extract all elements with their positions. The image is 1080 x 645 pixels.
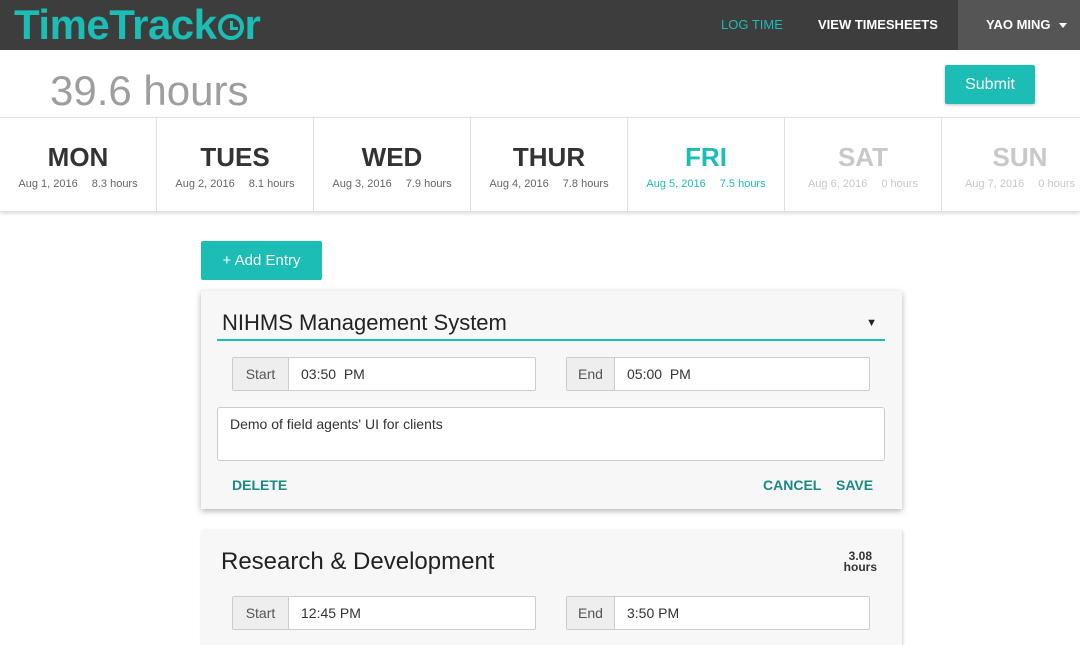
day-hours: 0 hours bbox=[1038, 178, 1076, 190]
day-name: FRI bbox=[685, 142, 727, 172]
end-time-group: End 3:50 PM bbox=[566, 596, 870, 630]
day-tab-thur[interactable]: THUR Aug 4, 2016 7.8 hours bbox=[471, 118, 628, 211]
day-tab-sun[interactable]: SUN Aug 7, 2016 0 hours bbox=[942, 118, 1080, 211]
day-tab-fri[interactable]: FRI Aug 5, 2016 7.5 hours bbox=[628, 118, 785, 211]
user-name: YAO MING bbox=[986, 17, 1051, 32]
day-hours: 7.9 hours bbox=[405, 178, 452, 190]
time-entry-card[interactable]: Research & Development 3.08 hours Start … bbox=[201, 530, 902, 645]
day-hours: 8.3 hours bbox=[91, 178, 138, 190]
day-name: MON bbox=[47, 142, 109, 172]
project-select[interactable]: NIHMS Management System ▼ bbox=[217, 307, 885, 341]
dropdown-arrow-icon: ▼ bbox=[866, 317, 877, 329]
day-date: Aug 1, 2016 bbox=[18, 178, 78, 190]
day-name: WED bbox=[361, 142, 423, 172]
save-button[interactable]: SAVE bbox=[836, 477, 873, 493]
day-date: Aug 7, 2016 bbox=[964, 178, 1025, 190]
start-time-input[interactable]: 12:45 PM bbox=[289, 597, 535, 629]
top-navbar: TimeTrack r LOG TIME VIEW TIMESHEETS YAO … bbox=[0, 0, 1080, 50]
day-name: SAT bbox=[837, 142, 889, 172]
day-name: SUN bbox=[992, 142, 1048, 172]
notes-textarea[interactable]: Demo of field agents' UI for clients bbox=[217, 407, 885, 461]
day-date: Aug 5, 2016 bbox=[646, 178, 706, 190]
day-date: Aug 3, 2016 bbox=[332, 178, 392, 190]
cancel-button[interactable]: CANCEL bbox=[763, 477, 821, 493]
day-tab-wed[interactable]: WED Aug 3, 2016 7.9 hours bbox=[314, 118, 471, 211]
end-time-input[interactable]: 3:50 PM bbox=[615, 597, 869, 629]
time-entry-edit-card: NIHMS Management System ▼ Start 03:50 PM… bbox=[201, 291, 902, 509]
nav-log-time[interactable]: LOG TIME bbox=[721, 0, 783, 50]
day-tab-mon[interactable]: MON Aug 1, 2016 8.3 hours bbox=[0, 118, 157, 211]
start-label: Start bbox=[233, 358, 289, 390]
day-hours: 7.5 hours bbox=[719, 178, 766, 190]
logo-text-end: r bbox=[244, 1, 261, 48]
day-hours: 7.8 hours bbox=[562, 178, 609, 190]
day-name: THUR bbox=[512, 142, 586, 172]
caret-down-icon bbox=[1058, 23, 1067, 29]
day-hours: 0 hours bbox=[881, 178, 919, 190]
project-select-value: NIHMS Management System bbox=[222, 310, 507, 335]
day-date: Aug 6, 2016 bbox=[807, 178, 868, 190]
day-tab-tues[interactable]: TUES Aug 2, 2016 8.1 hours bbox=[157, 118, 314, 211]
start-time-group: Start 12:45 PM bbox=[232, 596, 536, 630]
day-tab-sat[interactable]: SAT Aug 6, 2016 0 hours bbox=[785, 118, 942, 211]
week-day-strip: MON Aug 1, 2016 8.3 hours TUES Aug 2, 201… bbox=[0, 117, 1080, 212]
app-logo[interactable]: TimeTrack r bbox=[14, 1, 261, 48]
day-hours: 8.1 hours bbox=[248, 178, 295, 190]
delete-button[interactable]: DELETE bbox=[232, 477, 287, 493]
end-time-input[interactable]: 05:00 PM bbox=[615, 358, 869, 390]
nav-view-timesheets[interactable]: VIEW TIMESHEETS bbox=[818, 0, 938, 50]
day-date: Aug 4, 2016 bbox=[489, 178, 549, 190]
add-entry-button[interactable]: + Add Entry bbox=[201, 241, 322, 280]
weekly-total-hours: 39.6 hours bbox=[50, 67, 249, 114]
entry-duration: 3.08 hours bbox=[843, 550, 877, 574]
start-label: Start bbox=[233, 597, 289, 629]
start-time-input[interactable]: 03:50 PM bbox=[289, 358, 535, 390]
submit-button[interactable]: Submit bbox=[945, 65, 1035, 104]
entry-duration-unit: hours bbox=[843, 560, 877, 574]
day-name: TUES bbox=[200, 142, 270, 172]
end-label: End bbox=[567, 597, 615, 629]
end-time-group: End 05:00 PM bbox=[566, 357, 870, 391]
logo-text: TimeTrack bbox=[14, 1, 217, 48]
clock-icon bbox=[217, 14, 244, 40]
entry-project-title: Research & Development bbox=[221, 548, 495, 575]
start-time-group: Start 03:50 PM bbox=[232, 357, 536, 391]
day-date: Aug 2, 2016 bbox=[175, 178, 235, 190]
end-label: End bbox=[567, 358, 615, 390]
user-menu[interactable]: YAO MING bbox=[958, 0, 1080, 50]
